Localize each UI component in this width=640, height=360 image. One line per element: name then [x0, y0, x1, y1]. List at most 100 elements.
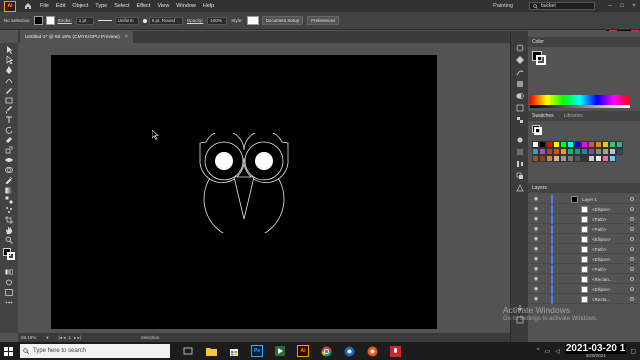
- color-swatch[interactable]: [574, 141, 581, 148]
- brush-dropdown[interactable]: 5 pt. Round: [148, 16, 183, 25]
- more-tools-icon[interactable]: [4, 298, 14, 306]
- color-swatch[interactable]: [609, 155, 616, 162]
- layer-row[interactable]: ◉ · <Ellipse>: [528, 284, 640, 294]
- lock-toggle[interactable]: ·: [543, 227, 549, 232]
- color-swatch[interactable]: [595, 155, 602, 162]
- lock-toggle[interactable]: ·: [543, 267, 549, 272]
- layer-target-icon[interactable]: [630, 267, 634, 271]
- color-swatch[interactable]: [595, 148, 602, 155]
- close-tab-icon[interactable]: ×: [125, 34, 128, 40]
- color-swatch[interactable]: [546, 148, 553, 155]
- color-swatch[interactable]: [588, 148, 595, 155]
- hand-tool-icon[interactable]: [4, 226, 14, 234]
- type-tool-icon[interactable]: [4, 116, 14, 124]
- color-swatch[interactable]: [539, 141, 546, 148]
- selection-tool-icon[interactable]: [4, 46, 14, 54]
- menu-window[interactable]: Window: [176, 3, 196, 9]
- color-swatch[interactable]: [588, 155, 595, 162]
- color-panel-header[interactable]: Color: [528, 37, 640, 47]
- layer-row[interactable]: ◉ · <Ellipse>: [528, 204, 640, 214]
- width-tool-icon[interactable]: [4, 156, 14, 164]
- layer-name[interactable]: <Ellipse>: [592, 257, 611, 262]
- panel-stroke-swatch[interactable]: [536, 55, 546, 65]
- lock-toggle[interactable]: ·: [543, 277, 549, 282]
- layer-name[interactable]: <Ellipse>: [592, 207, 611, 212]
- color-swatch[interactable]: [602, 141, 609, 148]
- pathfinder-icon[interactable]: [515, 171, 525, 180]
- store-icon[interactable]: [228, 345, 240, 357]
- visibility-eye-icon[interactable]: ◉: [532, 286, 540, 292]
- network-icon[interactable]: ▭: [545, 348, 551, 355]
- color-swatch[interactable]: [546, 155, 553, 162]
- color-swatch[interactable]: [595, 141, 602, 148]
- curvature-tool-icon[interactable]: [4, 76, 14, 84]
- color-swatch[interactable]: [609, 148, 616, 155]
- layer-name[interactable]: <Rectan...: [592, 277, 613, 282]
- color-swatch[interactable]: [581, 155, 588, 162]
- pen-tool-icon[interactable]: [4, 66, 14, 74]
- rectangle-tool-icon[interactable]: [4, 96, 14, 104]
- lock-toggle[interactable]: ·: [543, 237, 549, 242]
- lock-toggle[interactable]: ·: [543, 257, 549, 262]
- grayscale-ramp[interactable]: [530, 105, 630, 108]
- lock-toggle[interactable]: ·: [543, 297, 549, 302]
- properties-icon[interactable]: [515, 43, 525, 52]
- eyedropper-tool-icon[interactable]: [4, 176, 14, 184]
- layer-target-icon[interactable]: [630, 197, 634, 201]
- layer-name[interactable]: <Ellipse>: [592, 237, 611, 242]
- menu-view[interactable]: View: [157, 3, 169, 9]
- artboard-navigation[interactable]: |◂ ◂: [59, 335, 66, 341]
- app-icon-blue[interactable]: [343, 345, 355, 357]
- fill-stroke-indicator[interactable]: [2, 236, 16, 260]
- media-player-icon[interactable]: [274, 345, 286, 357]
- maximize-button[interactable]: □: [616, 3, 628, 9]
- transform-icon[interactable]: [515, 183, 525, 192]
- volume-icon[interactable]: ◁: [555, 348, 560, 355]
- artboard-number[interactable]: 1: [68, 335, 71, 340]
- blend-tool-icon[interactable]: [4, 196, 14, 204]
- document-setup-button[interactable]: Document Setup: [261, 16, 304, 25]
- profile-dropdown[interactable]: Uniform: [114, 16, 139, 25]
- layer-target-icon[interactable]: [630, 287, 634, 291]
- layer-target-icon[interactable]: [630, 207, 634, 211]
- layer-target-icon[interactable]: [630, 217, 634, 221]
- menu-edit[interactable]: Edit: [56, 3, 65, 9]
- current-tool-status[interactable]: Selection: [141, 335, 160, 340]
- color-swatch[interactable]: [609, 141, 616, 148]
- color-swatch[interactable]: [616, 141, 623, 148]
- layer-row[interactable]: ◉ · <Recta...: [528, 294, 640, 304]
- owl-artwork[interactable]: [196, 133, 292, 233]
- scale-tool-icon[interactable]: [4, 146, 14, 154]
- screen-mode-icon[interactable]: [4, 288, 14, 296]
- align-icon[interactable]: [515, 159, 525, 168]
- color-swatch[interactable]: [588, 141, 595, 148]
- menu-effect[interactable]: Effect: [137, 3, 151, 9]
- color-mode-icon[interactable]: [4, 268, 14, 276]
- visibility-eye-icon[interactable]: ◉: [532, 296, 540, 302]
- photoshop-icon[interactable]: Ps: [251, 345, 263, 357]
- fill-swatch[interactable]: [33, 16, 43, 25]
- color-swatch[interactable]: [581, 148, 588, 155]
- layer-target-icon[interactable]: [630, 257, 634, 261]
- tray-expand-icon[interactable]: ^: [537, 348, 540, 354]
- visibility-eye-icon[interactable]: ◉: [532, 266, 540, 272]
- shape-builder-tool-icon[interactable]: [4, 166, 14, 174]
- layer-target-icon[interactable]: [630, 277, 634, 281]
- layer-name[interactable]: <Recta...: [592, 297, 610, 302]
- appearance-icon[interactable]: [515, 103, 525, 112]
- layer-target-icon[interactable]: [630, 247, 634, 251]
- layer-row[interactable]: ◉ · <Path>: [528, 244, 640, 254]
- illustrator-icon[interactable]: Ai: [297, 345, 309, 357]
- app-icon-mic[interactable]: [389, 345, 401, 357]
- color-swatch[interactable]: [560, 141, 567, 148]
- taskbar-clock[interactable]: 2021-03-20 1 3/20/2021: [564, 343, 627, 359]
- visibility-eye-icon[interactable]: ◉: [532, 256, 540, 262]
- layer-name[interactable]: <Path>: [592, 267, 607, 272]
- color-swatch[interactable]: [539, 148, 546, 155]
- layer-name[interactable]: <Path>: [592, 217, 607, 222]
- preferences-button[interactable]: Preferences: [307, 16, 340, 25]
- color-guide-icon[interactable]: [515, 55, 525, 64]
- color-swatch[interactable]: [574, 148, 581, 155]
- color-swatch[interactable]: [574, 155, 581, 162]
- lock-toggle[interactable]: ·: [543, 217, 549, 222]
